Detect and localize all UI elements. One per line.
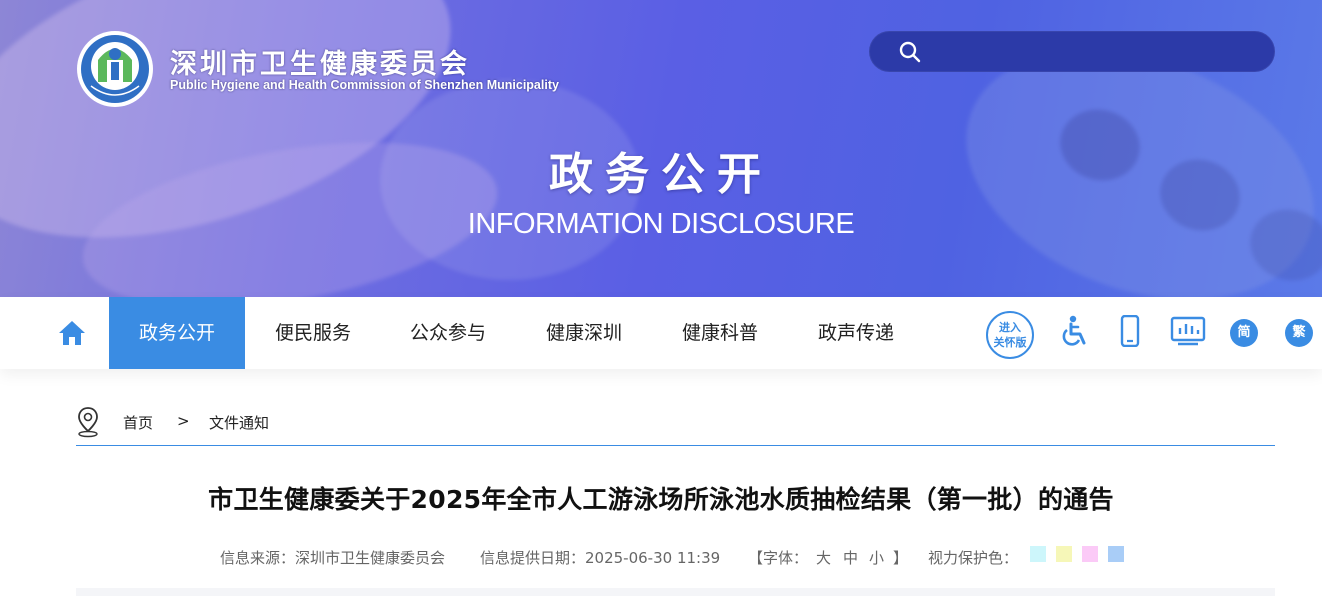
font-small-button[interactable]: 小 bbox=[869, 547, 884, 568]
traditional-chinese-button[interactable]: 繁 bbox=[1285, 319, 1313, 347]
eye-care-swatch-yellow[interactable] bbox=[1056, 546, 1072, 562]
eye-care-label: 视力保护色： bbox=[928, 549, 1019, 567]
breadcrumb-current-link[interactable]: 文件通知 bbox=[209, 412, 269, 433]
simplified-chinese-button[interactable]: 简 bbox=[1230, 319, 1258, 347]
breadcrumb-separator: > bbox=[177, 412, 190, 430]
content-area-top bbox=[76, 588, 1275, 596]
chart-monitor-icon[interactable] bbox=[1170, 316, 1206, 346]
elder-mode-button[interactable]: 进入 关怀版 bbox=[986, 311, 1034, 359]
elder-mode-line1: 进入 bbox=[999, 321, 1021, 334]
nav-item-health-science[interactable]: 健康科普 bbox=[665, 297, 775, 369]
eye-care-swatch-blue[interactable] bbox=[1108, 546, 1124, 562]
nav-item-voice[interactable]: 政声传递 bbox=[801, 297, 911, 369]
breadcrumb: 首页 > 文件通知 bbox=[76, 404, 1275, 446]
accessibility-icon[interactable] bbox=[1060, 315, 1090, 347]
article-title: 市卫生健康委关于2025年全市人工游泳场所泳池水质抽检结果（第一批）的通告 bbox=[208, 485, 1114, 514]
eye-care-swatch-pink[interactable] bbox=[1082, 546, 1098, 562]
org-name-en: Public Hygiene and Health Commission of … bbox=[170, 78, 559, 92]
section-title: 政务公开 bbox=[549, 149, 773, 200]
main-nav: 政务公开 便民服务 公众参与 健康深圳 健康科普 政声传递 进入 关怀版 简 繁 bbox=[0, 297, 1322, 369]
eye-care-swatch-cyan[interactable] bbox=[1030, 546, 1046, 562]
nav-item-participation[interactable]: 公众参与 bbox=[393, 297, 503, 369]
search-box[interactable] bbox=[869, 31, 1275, 74]
location-pin-icon bbox=[78, 407, 98, 438]
mobile-icon[interactable] bbox=[1120, 315, 1140, 347]
org-name-cn: 深圳市卫生健康委员会 bbox=[170, 49, 470, 80]
nav-item-healthy-shenzhen[interactable]: 健康深圳 bbox=[529, 297, 639, 369]
article-date: 信息提供日期：2025-06-30 11:39 bbox=[480, 549, 721, 567]
breadcrumb-home-link[interactable]: 首页 bbox=[123, 412, 153, 433]
article-source: 信息来源：深圳市卫生健康委员会 bbox=[220, 549, 446, 567]
elder-mode-line2: 关怀版 bbox=[993, 336, 1027, 349]
hero-banner: 深圳市卫生健康委员会 Public Hygiene and Health Com… bbox=[0, 0, 1322, 297]
section-subtitle: INFORMATION DISCLOSURE bbox=[467, 208, 855, 240]
font-size-label-close: 】 bbox=[893, 549, 909, 567]
site-logo[interactable] bbox=[76, 30, 154, 108]
font-large-button[interactable]: 大 bbox=[816, 547, 831, 568]
search-icon[interactable] bbox=[899, 41, 921, 63]
font-medium-button[interactable]: 中 bbox=[843, 547, 858, 568]
home-icon[interactable] bbox=[57, 319, 87, 347]
nav-item-services[interactable]: 便民服务 bbox=[258, 297, 368, 369]
search-input[interactable] bbox=[925, 31, 1259, 74]
nav-item-gov-affairs[interactable]: 政务公开 bbox=[109, 297, 245, 369]
font-size-label: 【字体： bbox=[748, 549, 809, 567]
